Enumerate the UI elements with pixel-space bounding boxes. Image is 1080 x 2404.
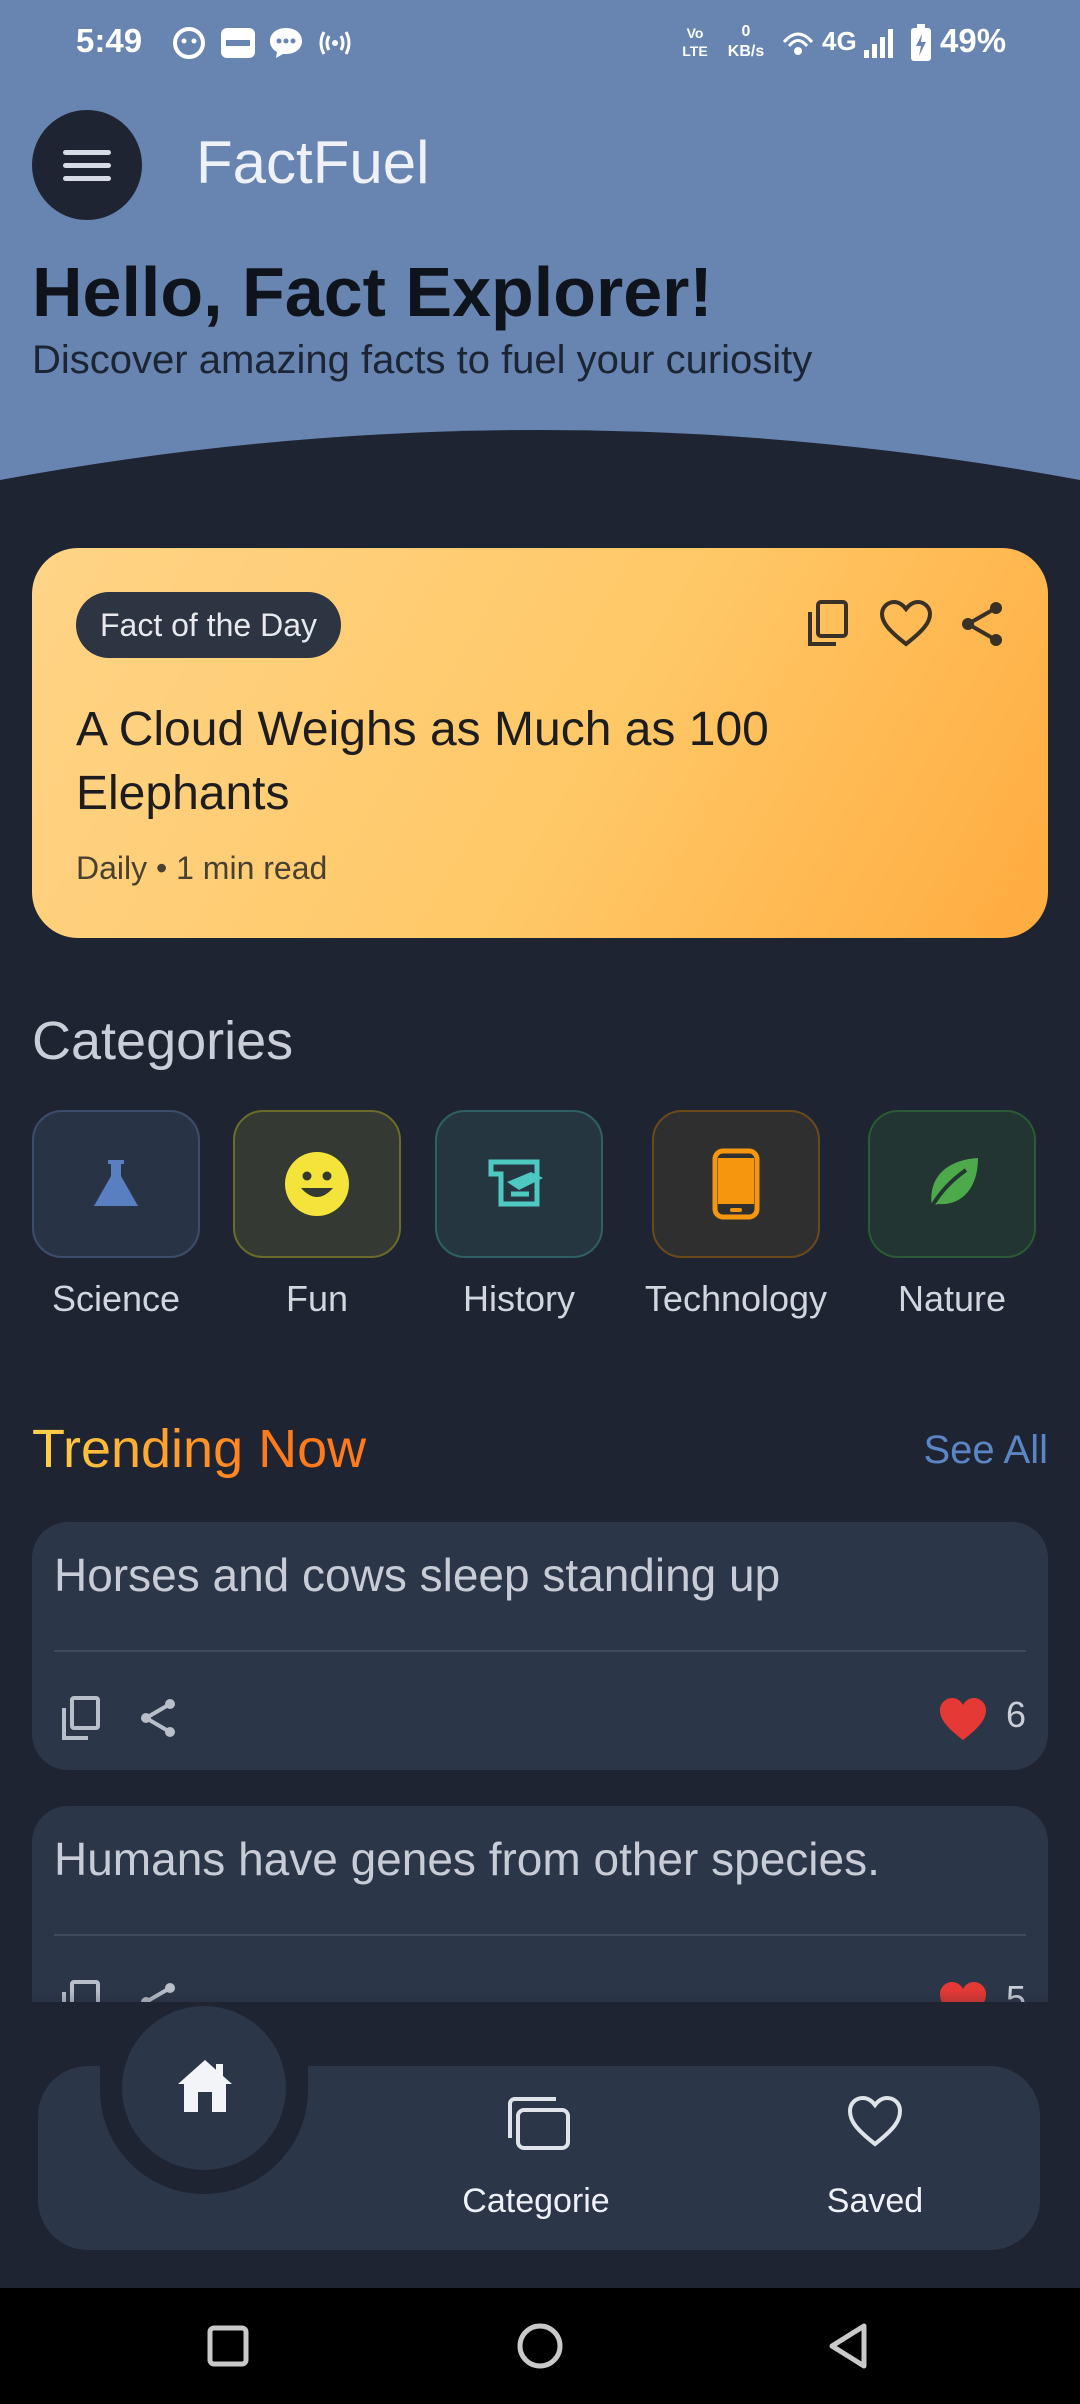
category-label: Fun [285, 1278, 349, 1319]
volte-icon: Vo LTE [682, 25, 707, 59]
system-navigation-bar [0, 2288, 1080, 2404]
flask-icon [94, 1160, 138, 1206]
back-icon[interactable] [826, 2322, 870, 2370]
status-time: 5:49 [76, 22, 143, 59]
trending-fact-text: Horses and cows sleep standing up [54, 1549, 781, 1601]
menu-button[interactable] [32, 110, 142, 220]
menu-icon [63, 150, 111, 155]
category-label: Technology [644, 1278, 828, 1319]
network-speed-value: 0 [741, 23, 751, 40]
message-icon [270, 28, 302, 58]
cards-icon [508, 2097, 570, 2150]
divider [54, 1650, 1026, 1652]
home-nav-button[interactable] [122, 2006, 286, 2170]
trending-fact-text: Humans have genes from other species. [54, 1833, 880, 1885]
fact-meta: Daily • 1 min read [76, 850, 328, 886]
greeting-subtitle: Discover amazing facts to fuel your curi… [32, 338, 813, 382]
greeting-heading: Hello, Fact Explorer! [32, 253, 713, 331]
battery-icon [911, 24, 931, 61]
battery-percent: 49% [940, 22, 1007, 59]
scroll-icon [488, 1159, 543, 1207]
category-label: Nature [897, 1278, 1007, 1319]
category-label: Science [51, 1278, 181, 1319]
share-icon[interactable] [134, 1694, 182, 1742]
like-heart-icon[interactable] [938, 1696, 988, 1742]
hotspot-icon [319, 31, 351, 55]
category-tile[interactable] [652, 1110, 820, 1258]
share-icon[interactable] [954, 596, 1010, 652]
like-count: 6 [1005, 1694, 1026, 1735]
fact-of-the-day-card[interactable]: Fact of the Day A Cloud Weighs as Much a… [32, 548, 1048, 938]
system-home-icon[interactable] [516, 2322, 564, 2370]
see-all-link[interactable]: See All [923, 1428, 1048, 1473]
leaf-icon [930, 1158, 978, 1208]
home-icon [178, 2060, 232, 2112]
paytm-icon [221, 28, 255, 58]
heart-outline-icon [847, 2095, 903, 2147]
svg-text:Vo: Vo [687, 25, 704, 41]
wifi-calling-icon [782, 32, 814, 55]
category-tile[interactable] [435, 1110, 603, 1258]
copy-icon[interactable] [56, 1694, 104, 1742]
signal-icon [864, 29, 893, 58]
menu-icon-bar [63, 163, 111, 168]
svg-text:LTE: LTE [682, 43, 707, 59]
favorite-icon[interactable] [878, 596, 934, 652]
category-tile[interactable] [868, 1110, 1036, 1258]
saved-nav-button[interactable]: Saved [800, 2094, 950, 2224]
menu-icon-bar [63, 176, 111, 181]
fact-of-the-day-badge: Fact of the Day [76, 592, 341, 658]
copy-icon[interactable] [800, 596, 856, 652]
categories-nav-label: Categorie [462, 2182, 610, 2220]
phone-icon [712, 1148, 760, 1220]
fact-title: A Cloud Weighs as Much as 100 Elephants [76, 703, 769, 820]
category-label: History [462, 1278, 575, 1319]
smiley-icon [285, 1152, 349, 1216]
status-bar: 5:49 Vo LTE 0 KB/s 4G 49% [0, 0, 1080, 90]
trending-card[interactable]: Humans have genes from other species. 5 [32, 1806, 1048, 2002]
network-type: 4G [822, 26, 857, 56]
recents-icon[interactable] [206, 2324, 250, 2368]
network-speed: 0 KB/s [722, 22, 770, 62]
app-title: FactFuel [196, 129, 430, 196]
trending-heading: Trending Now [32, 1419, 367, 1479]
trending-card[interactable]: Horses and cows sleep standing up 6 [32, 1522, 1048, 1770]
network-speed-unit: KB/s [727, 43, 765, 60]
header-curve [0, 430, 1080, 540]
categories-heading: Categories [32, 1011, 294, 1071]
divider [54, 1934, 1026, 1936]
category-tile[interactable] [233, 1110, 401, 1258]
categories-nav-button[interactable]: Categorie [440, 2094, 632, 2224]
category-tile[interactable] [32, 1110, 200, 1258]
notification-app-icon [173, 27, 205, 59]
saved-nav-label: Saved [826, 2182, 924, 2220]
